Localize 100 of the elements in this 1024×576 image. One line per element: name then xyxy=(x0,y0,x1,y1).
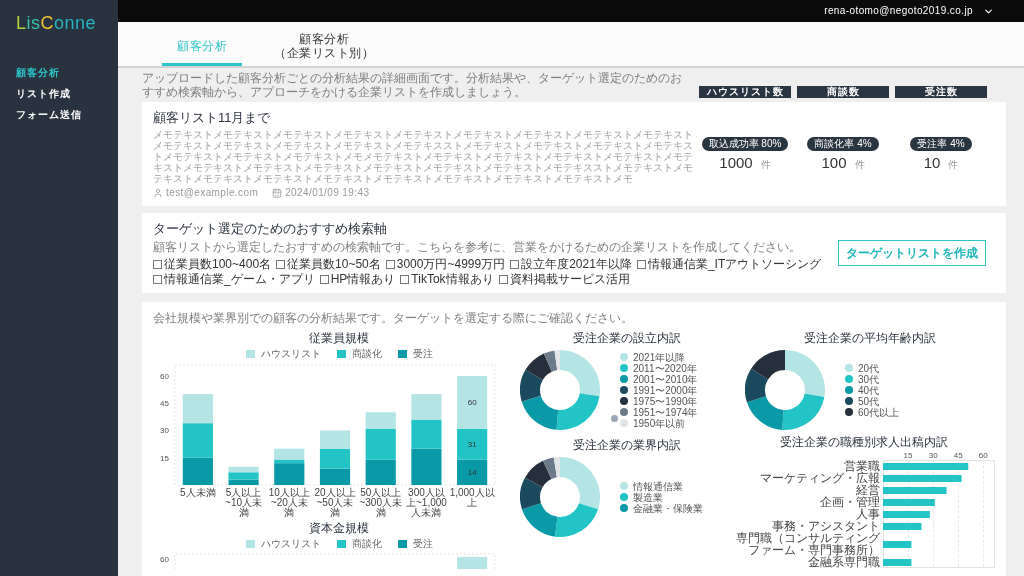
checkbox[interactable] xyxy=(276,259,286,269)
memo-text: メモテキストメモテキストメモテキストメモテキストメモテキストメモテキストメモテキストメモテキストメモテキストメモテキストメモテキストメモテキストメモテキストメモテキスストメモテキストメモテキストメモテキストメモテキストメモテキストメモテキストメモテキストメモメモテキストメモテキストメモテキストメモテキストメモテキストメモテキストメモテキストメモテキストメモテキストメモテキストメモテキストメモテキストメモテキスストメモテキストメモテキストメモテキストメモテキストメモテキストメモテキストメモテキストメモテキストメモテキストメモ xyxy=(153,129,694,184)
stat-header: 受注数 xyxy=(895,86,987,98)
chart-title: 資本金規模 xyxy=(308,521,370,536)
updated-date: 2024/01/09 19:43 xyxy=(285,187,370,199)
legend-label: 30代 xyxy=(858,373,880,385)
sidebar-item[interactable]: リスト作成 xyxy=(0,83,118,104)
rate-badge: 取込成功率 80% xyxy=(701,136,789,151)
checkbox[interactable] xyxy=(319,274,329,284)
legend-label: 商談化 xyxy=(351,348,382,360)
axis-tick-label: 60 xyxy=(978,451,988,460)
section-title: ターゲット選定のためのおすすめ検索軸 xyxy=(153,220,388,238)
checkbox[interactable] xyxy=(400,274,410,284)
section-description: 会社規模や業界別での顧客の分析結果です。ターゲットを選定する際にご確認ください。 xyxy=(153,311,634,325)
axis-label: 専門職（コンサルティングファーム・専門事務所） xyxy=(735,532,881,556)
chart-title: 受注企業の業界内訳 xyxy=(571,438,682,453)
legend-label: 2021年以降 xyxy=(633,351,686,363)
axis-tick-label: 15 xyxy=(160,453,169,463)
chart-title: 従業員規模 xyxy=(308,331,370,346)
checkbox[interactable] xyxy=(636,259,646,269)
legend-label: 製造業 xyxy=(633,491,663,503)
checkbox-label[interactable]: 3000万円~4999万円 xyxy=(396,257,506,271)
count-value: 1000 xyxy=(719,153,753,172)
user-icon xyxy=(153,188,163,198)
axis-label: 1,000人以上 xyxy=(449,488,495,510)
chart-title: 受注企業の職種別求人出稿内訳 xyxy=(779,435,949,450)
section-description: 顧客リストから選定したおすすめの検索軸です。こちらを参考に、営業をかけるための企業リストを作成してください。 xyxy=(153,240,802,254)
legend-label: 2001〜2010年 xyxy=(633,373,698,385)
legend-label: 受注 xyxy=(412,538,433,550)
checkbox[interactable] xyxy=(385,259,395,269)
donut-slice xyxy=(782,393,825,430)
bar xyxy=(182,423,213,458)
axis-tick-label: 30 xyxy=(160,426,169,436)
count-unit: 件 xyxy=(854,158,865,171)
list-title: 顧客リスト11月まで xyxy=(153,109,272,127)
legend-label: 60代以上 xyxy=(858,406,900,418)
axis-label: 5人未満 xyxy=(179,488,217,500)
logo: LisConne xyxy=(16,12,97,34)
axis-label: 事務・アシスタント xyxy=(772,520,881,532)
checkbox-label[interactable]: HP情報あり xyxy=(330,272,396,286)
page-description: アップロードした顧客分析ごとの分析結果の詳細画面です。分析結果や、ターゲット選定のためのおすすめ検索軸から、アプローチをかける企業リストを作成しましょう。 xyxy=(142,71,683,99)
legend-label: 商談化 xyxy=(351,538,382,550)
bar xyxy=(319,430,351,449)
data-label: 31 xyxy=(467,440,477,450)
bar xyxy=(182,394,213,424)
legend-label: 1950年以前 xyxy=(633,417,686,429)
legend-label: 1991〜2000年 xyxy=(633,384,698,396)
legend-label: 1951〜1974年 xyxy=(633,406,698,418)
axis-tick-label: 60 xyxy=(160,371,169,381)
bar xyxy=(411,394,442,420)
bar xyxy=(883,540,912,548)
tab[interactable]: 顧客分析（企業リスト別） xyxy=(262,28,386,66)
user-email[interactable]: rena-otomo@negoto2019.co.jp xyxy=(824,5,973,17)
checkbox[interactable] xyxy=(498,274,508,284)
checkbox[interactable] xyxy=(153,259,162,269)
bar xyxy=(883,558,912,566)
axis-label: マーケティング・広報 xyxy=(759,472,881,484)
bar xyxy=(457,557,488,569)
legend-label: 受注 xyxy=(412,348,433,360)
sidebar-item[interactable]: 顧客分析 xyxy=(0,62,118,83)
data-label: 60 xyxy=(467,398,477,408)
rate-badge: 受注率 4% xyxy=(910,136,972,151)
axis-label: 10人以上~20人未満 xyxy=(267,488,311,518)
checkbox[interactable] xyxy=(510,259,520,269)
stat-header: ハウスリスト数 xyxy=(699,86,791,98)
data-label: 14 xyxy=(467,468,477,478)
bar xyxy=(883,486,947,494)
axis-label: 20人以上~50人未満 xyxy=(313,488,357,518)
checkbox[interactable] xyxy=(153,274,162,284)
stat-header: 商談数 xyxy=(797,86,889,98)
chart-title: 受注企業の平均年齢内訳 xyxy=(803,331,937,346)
checkbox-label[interactable]: 情報通信業_ITアウトソーシング xyxy=(647,257,822,271)
donut-slice xyxy=(556,393,600,430)
checkbox-label[interactable]: 情報通信業_ゲーム・アプリ xyxy=(164,272,315,286)
axis-label: 企画・管理 xyxy=(819,496,881,508)
checkbox-label[interactable]: 設立年度2021年以降 xyxy=(521,257,632,271)
sidebar-item[interactable]: フォーム送信 xyxy=(0,104,118,125)
legend-label: 情報通信業 xyxy=(633,480,683,492)
axis-label: 営業職 xyxy=(843,460,881,472)
rate-badge: 商談化率 4% xyxy=(807,136,879,151)
legend-label: 40代 xyxy=(858,384,880,396)
axis-tick-label: 60 xyxy=(160,555,169,564)
bar xyxy=(883,498,935,506)
axis-label: 300人以上~1,000人未満 xyxy=(405,488,448,518)
checkbox-label[interactable]: 資料掲載サービス活用 xyxy=(509,272,630,286)
axis-label: 50人以上~300人未満 xyxy=(358,488,403,518)
count-unit: 件 xyxy=(948,158,959,171)
checkbox-label[interactable]: 従業員数10~50名 xyxy=(287,257,381,271)
bar xyxy=(883,522,922,530)
checkbox-label[interactable]: TikTok情報あり xyxy=(411,272,494,286)
chart-title: 受注企業の設立内訳 xyxy=(571,331,682,346)
legend-label: 金融業・保険業 xyxy=(633,502,703,514)
calendar-icon xyxy=(272,188,283,198)
count-value: 100 xyxy=(821,153,847,172)
checkbox-label[interactable]: 従業員数100~400名 xyxy=(164,257,272,271)
axis-tick-label: 15 xyxy=(903,451,913,460)
axis-label: 人事 xyxy=(855,508,881,520)
legend-label: ハウスリスト xyxy=(260,538,321,550)
legend-label: 20代 xyxy=(858,362,880,374)
count-unit: 件 xyxy=(760,158,771,171)
